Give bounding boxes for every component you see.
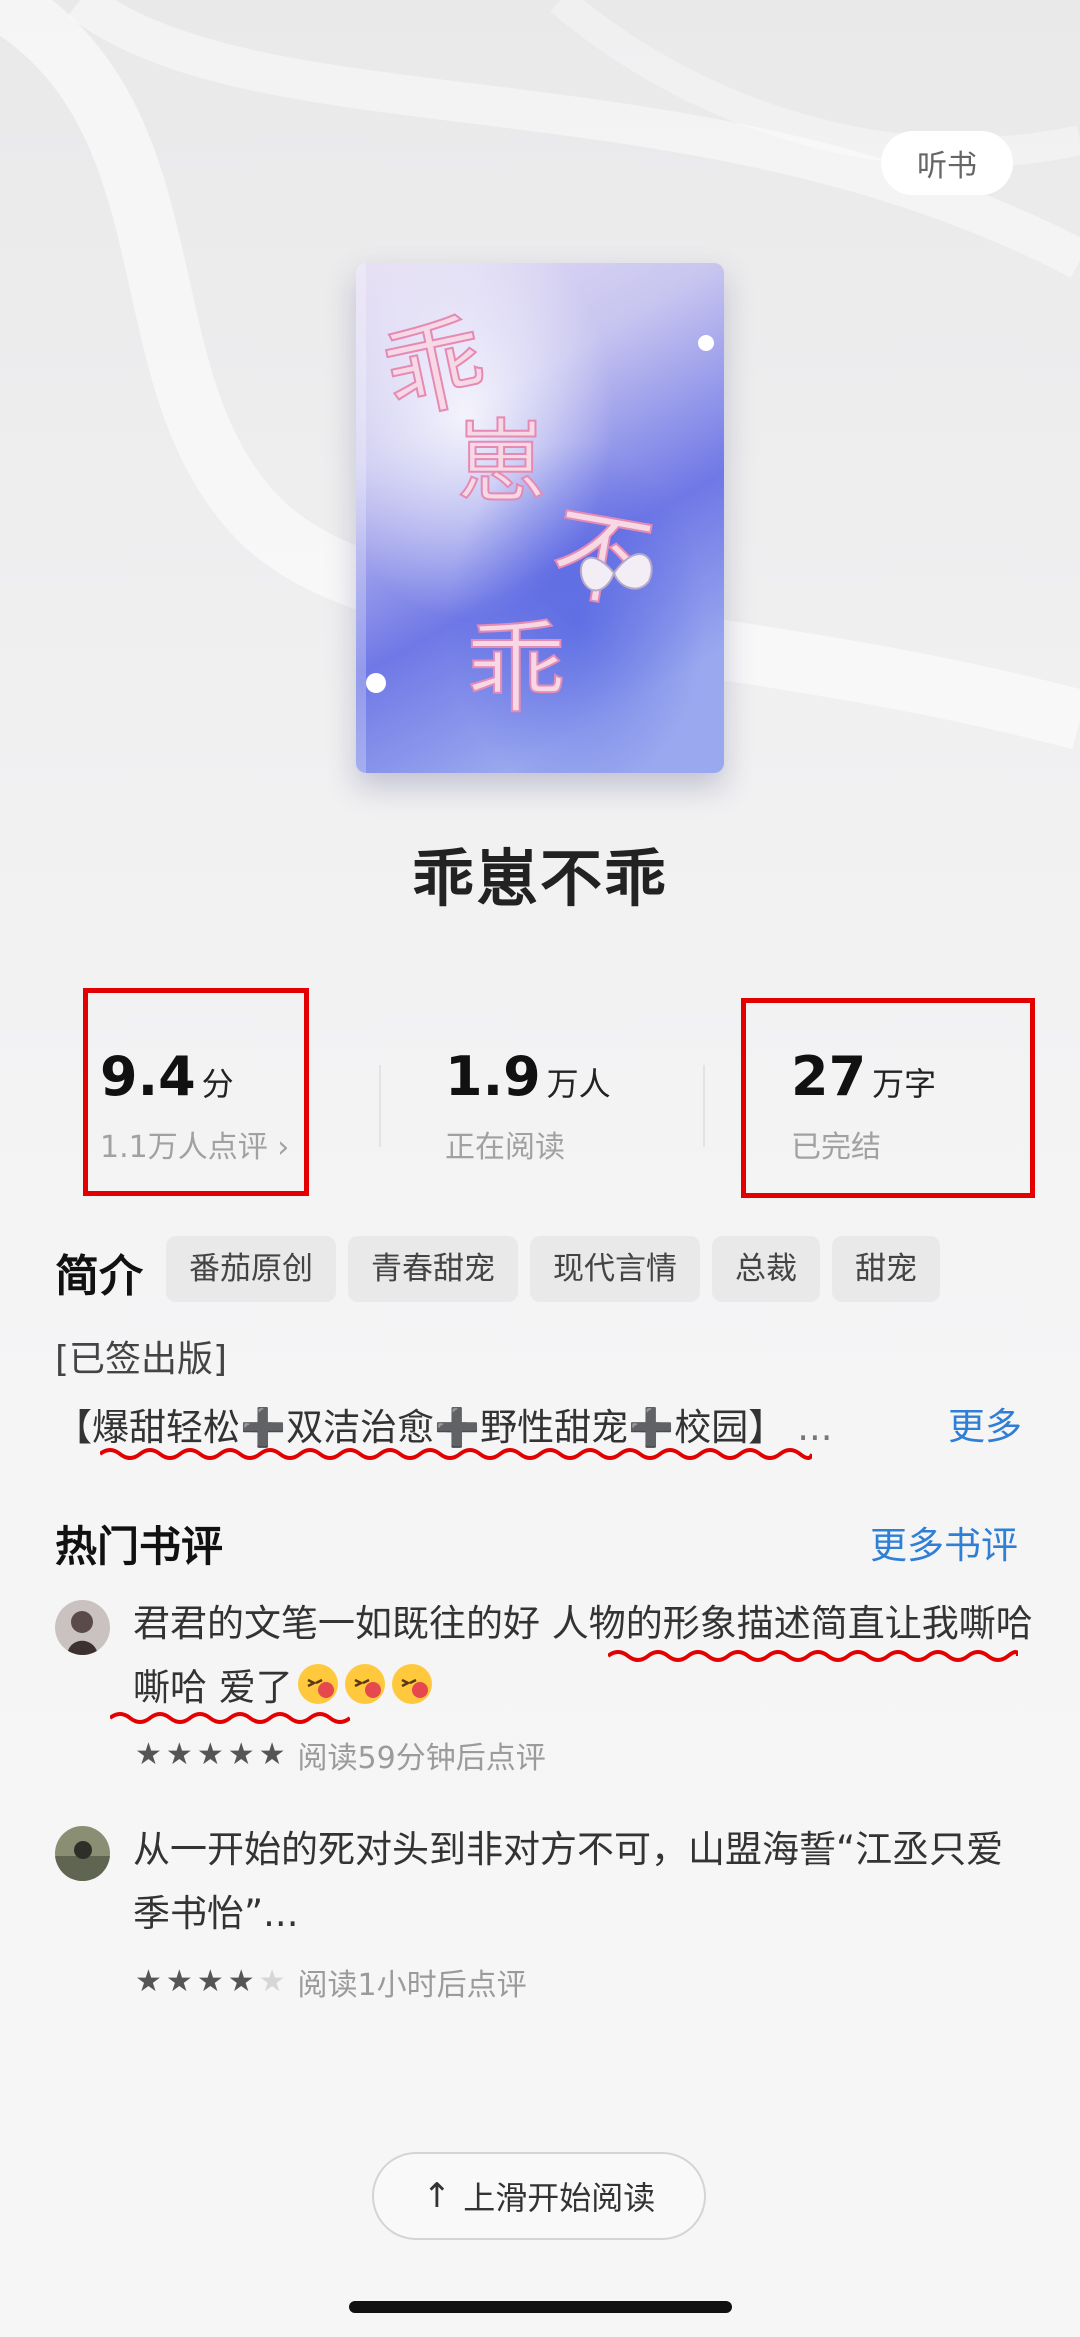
- annotation-underline: [608, 1650, 1018, 1662]
- readers-label: 正在阅读: [445, 1130, 565, 1165]
- annotation-box-rating: [83, 988, 309, 1196]
- intro-more-link[interactable]: 更多: [948, 1396, 1022, 1450]
- book-cover[interactable]: 乖 崽 不 乖: [356, 263, 724, 773]
- stat-divider: [703, 1065, 705, 1147]
- star-icon: ★: [258, 1737, 286, 1772]
- book-title: 乖崽不乖: [411, 842, 668, 915]
- stat-divider: [379, 1065, 381, 1147]
- cover-title-char: 乖: [466, 610, 566, 727]
- star-icon: ★: [196, 1964, 224, 1999]
- star-icon: ★: [135, 1737, 162, 1772]
- tag-chip[interactable]: 现代言情: [530, 1236, 700, 1302]
- more-reviews-link[interactable]: 更多书评: [870, 1515, 1018, 1569]
- signed-label: [已签出版]: [55, 1339, 228, 1380]
- avatar[interactable]: [55, 1600, 110, 1655]
- star-icon: ★: [196, 1737, 224, 1772]
- kissing-face-icon: [390, 1662, 434, 1706]
- tag-chip[interactable]: 番茄原创: [166, 1236, 336, 1302]
- readers-value: 1.9: [445, 1045, 541, 1108]
- star-icon: ★: [165, 1964, 193, 1999]
- summary-ellipsis: ...: [797, 1406, 833, 1449]
- kissing-face-icon: [343, 1662, 387, 1706]
- intro-label: 简介: [55, 1251, 143, 1302]
- readers-stat: 1.9 万人 正在阅读: [445, 1045, 611, 1166]
- review-rating: ★ ★ ★ ★ ★ 阅读59分钟后点评: [135, 1733, 546, 1777]
- review-rating: ★ ★ ★ ★ ★ 阅读1小时后点评: [135, 1960, 527, 2004]
- tag-chip[interactable]: 青春甜宠: [348, 1236, 518, 1302]
- home-indicator[interactable]: [349, 2301, 732, 2313]
- start-reading-button[interactable]: ↑ 上滑开始阅读: [372, 2152, 706, 2240]
- review-meta: 阅读1小时后点评: [297, 1968, 527, 2003]
- star-icon: ★: [227, 1737, 255, 1772]
- cover-title-char: 崽: [456, 410, 546, 515]
- annotation-underline: [110, 1712, 350, 1724]
- annotation-underline: [100, 1448, 812, 1460]
- review-meta: 阅读59分钟后点评: [297, 1741, 546, 1776]
- star-empty-icon: ★: [258, 1964, 286, 1999]
- tag-chip[interactable]: 总裁: [712, 1236, 820, 1302]
- annotation-box-words: [741, 998, 1035, 1198]
- kissing-face-icon: [296, 1662, 340, 1706]
- arrow-up-icon: ↑: [422, 2176, 452, 2216]
- summary-text: 【爆甜轻松➕双洁治愈➕野性甜宠➕校园】: [55, 1406, 786, 1449]
- review-text[interactable]: 从一开始的死对头到非对方不可，山盟海誓“江丞只爱季书怡”...: [133, 1818, 1033, 1946]
- listen-book-button[interactable]: 听书: [881, 131, 1013, 195]
- tag-list: 番茄原创 青春甜宠 现代言情 总裁 甜宠: [166, 1236, 940, 1302]
- star-icon: ★: [165, 1737, 193, 1772]
- star-icon: ★: [135, 1964, 162, 1999]
- book-summary[interactable]: 【爆甜轻松➕双洁治愈➕野性甜宠➕校园】...: [55, 1397, 833, 1451]
- star-icon: ★: [227, 1964, 255, 1999]
- readers-unit: 万人: [546, 1065, 611, 1103]
- avatar[interactable]: [55, 1826, 110, 1881]
- start-reading-label: 上滑开始阅读: [463, 2179, 656, 2217]
- hot-reviews-title: 热门书评: [55, 1522, 224, 1571]
- tag-chip[interactable]: 甜宠: [832, 1236, 940, 1302]
